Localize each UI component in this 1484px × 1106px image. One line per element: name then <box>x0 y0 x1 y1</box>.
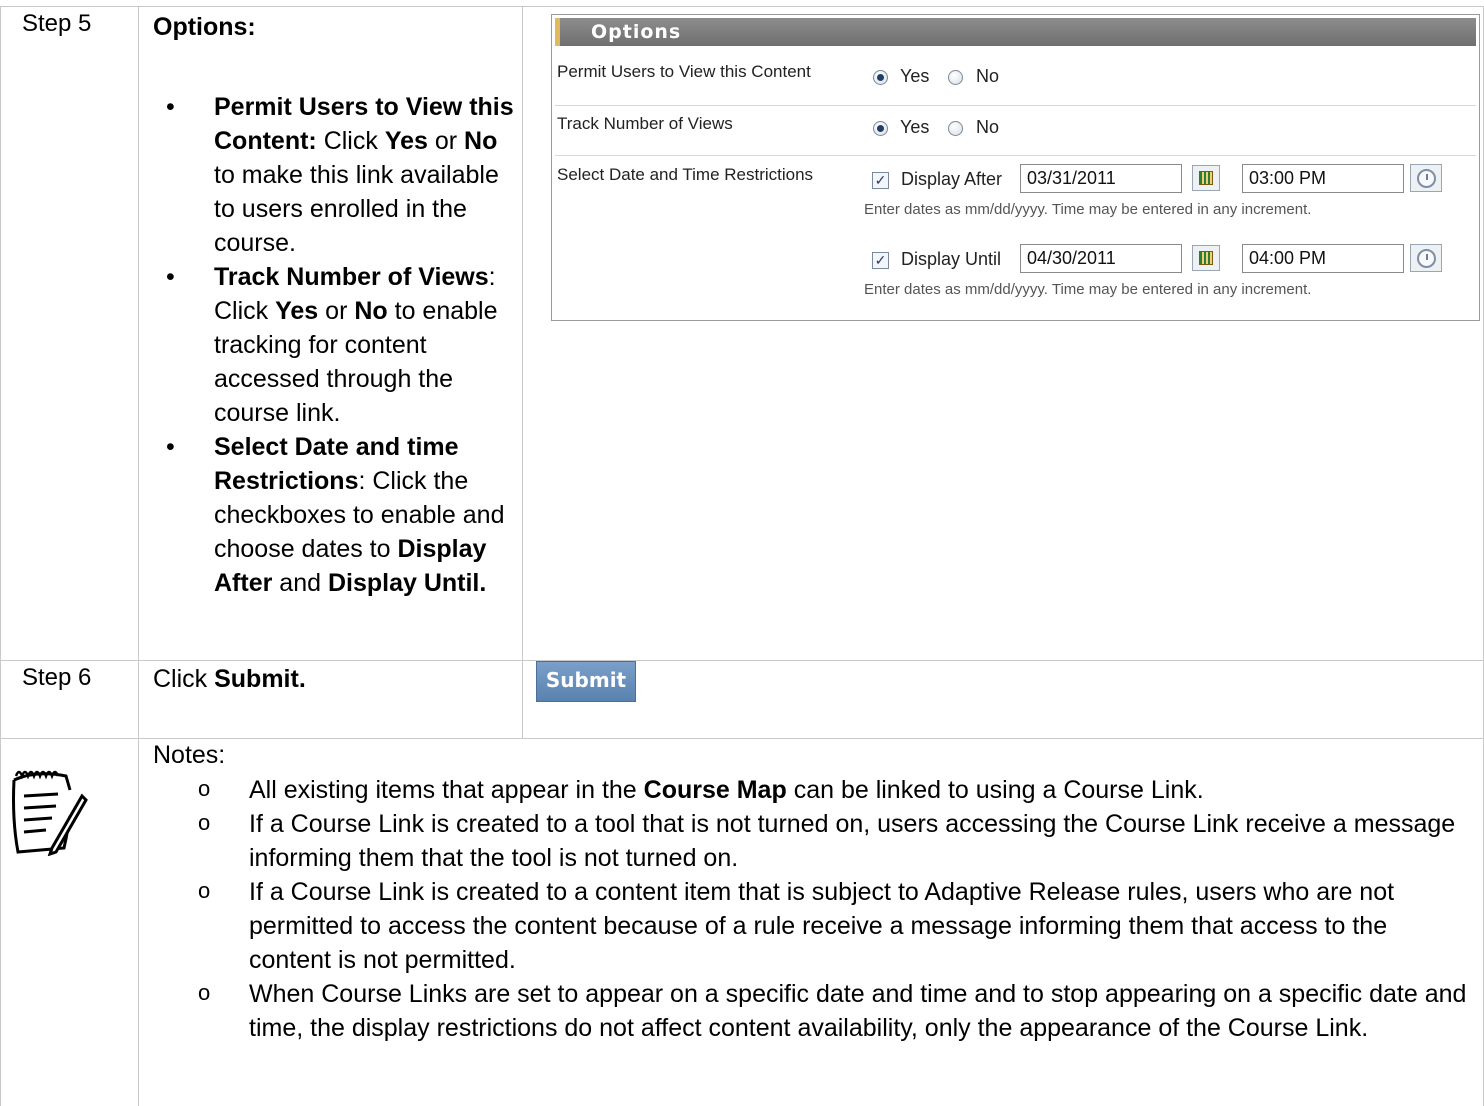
track-no-label: No <box>976 117 1000 137</box>
options-panel-title: Options <box>591 21 682 43</box>
step-5-instructions: Options: Permit Users to View this Conte… <box>153 10 518 600</box>
options-heading: Options: <box>153 13 256 41</box>
calendar-icon <box>1199 171 1213 185</box>
options-panel-header: Options <box>555 18 1476 46</box>
bullet-track-views: Track Number of Views: Click Yes or No t… <box>153 260 518 430</box>
permit-yes-label: Yes <box>900 66 930 86</box>
date-format-hint: Enter dates as mm/dd/yyyy. Time may be e… <box>864 201 1312 218</box>
display-until-date-input[interactable]: 04/30/2011 <box>1020 244 1182 273</box>
display-until-calendar-button[interactable] <box>1192 245 1220 271</box>
bullet-permit-users: Permit Users to View this Content: Click… <box>153 90 518 260</box>
permit-no-radio[interactable] <box>948 70 963 85</box>
note-item: If a Course Link is created to a content… <box>198 874 1468 977</box>
table-left-border <box>0 6 1 1106</box>
table-top-border <box>0 6 1484 7</box>
clock-icon <box>1417 249 1436 268</box>
permit-yes-radio[interactable] <box>873 70 888 85</box>
display-after-checkbox[interactable]: ✓ <box>872 172 889 189</box>
note-item: If a Course Link is created to a tool th… <box>198 806 1468 875</box>
step-6-label: Step 6 <box>22 664 92 691</box>
note-item: All existing items that appear in the Co… <box>198 772 1468 807</box>
track-views-label: Track Number of Views <box>557 114 733 133</box>
option-bullets: Permit Users to View this Content: Click… <box>153 90 518 600</box>
display-after-time-input[interactable]: 03:00 PM <box>1242 164 1404 193</box>
track-yes-radio[interactable] <box>873 121 888 136</box>
display-until-clock-button[interactable] <box>1410 244 1442 272</box>
display-until-label: Display Until <box>901 249 1002 269</box>
step-6-instruction: Click Submit. <box>153 665 306 693</box>
options-panel: Options Permit Users to View this Conten… <box>551 14 1480 321</box>
submit-button[interactable]: Submit <box>536 661 636 702</box>
column-divider <box>138 6 139 1106</box>
display-until-checkbox[interactable]: ✓ <box>872 252 889 269</box>
track-no-radio[interactable] <box>948 121 963 136</box>
row-separator <box>555 155 1476 156</box>
track-yes-label: Yes <box>900 117 930 137</box>
display-after-clock-button[interactable] <box>1410 164 1442 192</box>
display-after-label: Display After <box>901 169 1003 189</box>
display-until-time-input[interactable]: 04:00 PM <box>1242 244 1404 273</box>
step-5-label: Step 5 <box>22 10 92 37</box>
display-after-date-input[interactable]: 03/31/2011 <box>1020 164 1182 193</box>
clock-icon <box>1417 169 1436 188</box>
date-format-hint: Enter dates as mm/dd/yyyy. Time may be e… <box>864 281 1312 298</box>
notepad-icon <box>12 770 88 856</box>
date-restrictions-label: Select Date and Time Restrictions <box>557 165 814 184</box>
notes-heading: Notes: <box>153 741 226 769</box>
display-after-calendar-button[interactable] <box>1192 165 1220 191</box>
permit-users-label: Permit Users to View this Content <box>557 62 811 81</box>
header-accent-bar <box>555 18 560 46</box>
row-divider <box>0 738 1484 739</box>
row-divider <box>0 660 1484 661</box>
permit-no-label: No <box>976 66 1000 86</box>
calendar-icon <box>1199 251 1213 265</box>
notes-list: All existing items that appear in the Co… <box>198 772 1468 1045</box>
note-item: When Course Links are set to appear on a… <box>198 976 1468 1045</box>
row-separator <box>555 105 1476 106</box>
column-divider <box>522 6 523 738</box>
bullet-date-restrictions: Select Date and time Restrictions: Click… <box>153 430 518 600</box>
